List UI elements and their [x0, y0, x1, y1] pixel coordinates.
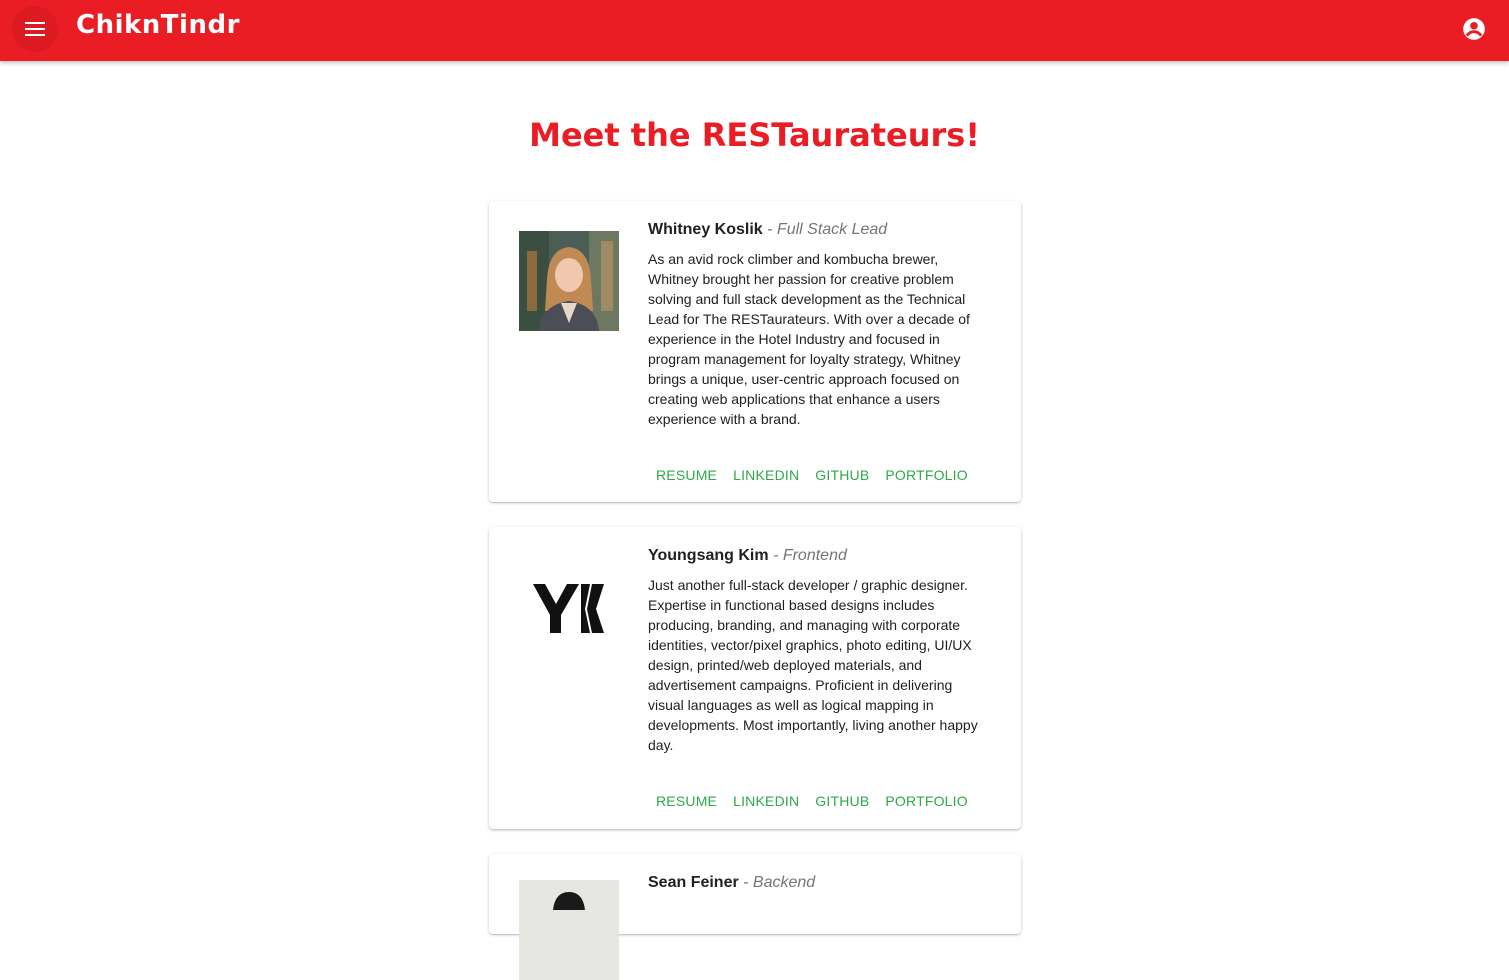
member-role: - Backend [743, 874, 816, 891]
member-name: Whitney Koslik [648, 221, 763, 238]
github-button[interactable]: GITHUB [807, 787, 877, 815]
portfolio-button[interactable]: PORTFOLIO [877, 787, 975, 815]
member-name: Youngsang Kim [648, 547, 769, 564]
portfolio-button[interactable]: PORTFOLIO [877, 461, 975, 489]
member-bio: Just another full-stack developer / grap… [648, 577, 978, 753]
menu-button[interactable] [12, 6, 58, 52]
yk-logo-icon [519, 557, 619, 657]
page-title: Meet the RESTaurateurs! [529, 116, 980, 154]
member-links: RESUME LINKEDIN GITHUB PORTFOLIO [648, 787, 988, 815]
app-bar: ChiknTindr [0, 0, 1509, 61]
linkedin-button[interactable]: LINKEDIN [725, 787, 807, 815]
account-button[interactable] [1461, 16, 1487, 42]
member-name: Sean Feiner [648, 874, 739, 891]
github-button[interactable]: GITHUB [807, 461, 877, 489]
member-info: Sean Feiner - Backend [648, 872, 988, 894]
account-circle-icon [1463, 18, 1485, 40]
team-member-card: Sean Feiner - Backend [489, 854, 1021, 980]
resume-button[interactable]: RESUME [648, 787, 725, 815]
avatar-whitney [519, 231, 619, 331]
menu-icon [25, 22, 45, 36]
linkedin-button[interactable]: LINKEDIN [725, 461, 807, 489]
team-member-card: Youngsang Kim - Frontend Just another fu… [489, 527, 1021, 829]
member-bio: As an avid rock climber and kombucha bre… [648, 251, 970, 427]
avatar-youngsang [519, 557, 619, 657]
member-info: Whitney Koslik - Full Stack Lead As an a… [648, 219, 988, 489]
team-member-card: Whitney Koslik - Full Stack Lead As an a… [489, 201, 1021, 502]
member-role: - Frontend [773, 547, 847, 564]
avatar-sean [519, 880, 619, 980]
resume-button[interactable]: RESUME [648, 461, 725, 489]
app-logo[interactable]: ChiknTindr [76, 10, 240, 40]
member-links: RESUME LINKEDIN GITHUB PORTFOLIO [648, 461, 988, 489]
member-info: Youngsang Kim - Frontend Just another fu… [648, 545, 988, 815]
member-role: - Full Stack Lead [767, 221, 888, 238]
